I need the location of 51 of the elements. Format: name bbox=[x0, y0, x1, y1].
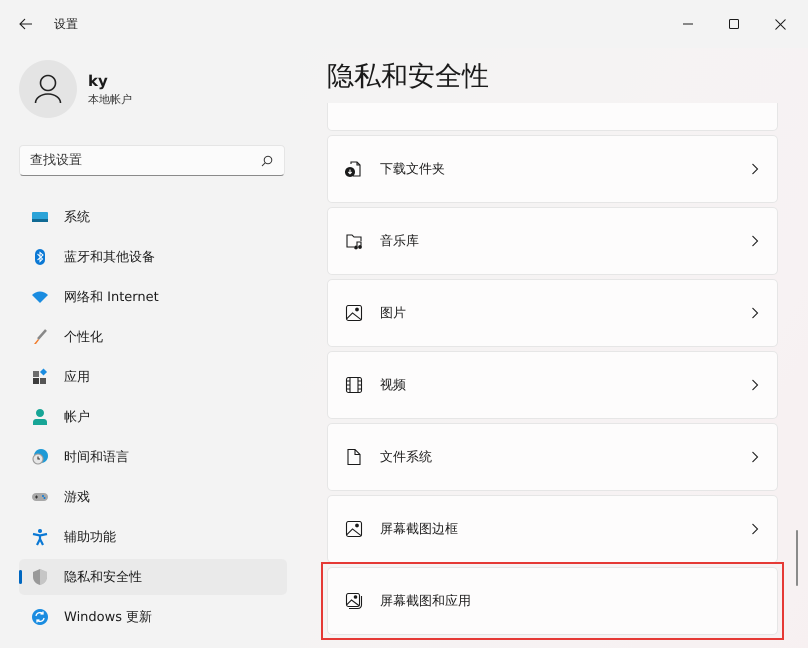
image-icon bbox=[345, 520, 363, 538]
card-label: 下载文件夹 bbox=[380, 161, 446, 178]
search-icon bbox=[261, 155, 273, 167]
person-icon bbox=[34, 74, 62, 104]
apps-icon bbox=[31, 368, 49, 386]
nav-item[interactable]: 个性化 bbox=[19, 319, 287, 355]
settings-card[interactable]: 视频 bbox=[327, 351, 778, 419]
nav-item[interactable]: 游戏 bbox=[19, 479, 287, 515]
settings-card[interactable]: 屏幕截图边框 bbox=[327, 495, 778, 563]
settings-card[interactable]: 文件系统 bbox=[327, 423, 778, 491]
settings-card[interactable]: 屏幕截图和应用 bbox=[327, 567, 778, 635]
settings-card[interactable]: 下载文件夹 bbox=[327, 135, 778, 203]
nav-item[interactable]: 应用 bbox=[19, 359, 287, 395]
nav-item[interactable]: 帐户 bbox=[19, 399, 287, 435]
shield-icon bbox=[31, 568, 49, 586]
nav-item[interactable]: Windows 更新 bbox=[19, 599, 287, 635]
card-label: 屏幕截图和应用 bbox=[380, 593, 472, 610]
settings-card[interactable]: 图片 bbox=[327, 279, 778, 347]
scrollbar-thumb[interactable] bbox=[796, 530, 798, 586]
minimize-icon bbox=[683, 23, 693, 25]
card-label: 图片 bbox=[380, 305, 407, 322]
globe-clock-icon bbox=[31, 448, 49, 466]
brush-icon bbox=[31, 328, 49, 346]
accessibility-icon bbox=[31, 528, 49, 546]
card-label: 文件系统 bbox=[380, 449, 433, 466]
account-type: 本地帐户 bbox=[88, 92, 132, 106]
nav-item[interactable]: 时间和语言 bbox=[19, 439, 287, 475]
film-icon bbox=[345, 376, 363, 394]
nav-item[interactable]: 网络和 Internet bbox=[19, 279, 287, 315]
nav-item[interactable]: 辅助功能 bbox=[19, 519, 287, 555]
card-label: 音乐库 bbox=[380, 233, 420, 250]
page-title: 隐私和安全性 bbox=[327, 60, 490, 94]
nav-item[interactable]: 蓝牙和其他设备 bbox=[19, 239, 287, 275]
search-field[interactable]: 查找设置 bbox=[19, 145, 285, 176]
person-icon bbox=[31, 408, 49, 426]
nav-item[interactable]: 隐私和安全性 bbox=[19, 559, 287, 595]
refresh-icon bbox=[31, 608, 49, 626]
card-label: 屏幕截图边框 bbox=[380, 521, 459, 538]
image-icon bbox=[345, 304, 363, 322]
close-icon bbox=[774, 18, 786, 30]
card-label: 视频 bbox=[380, 377, 407, 394]
back-arrow-icon bbox=[19, 17, 33, 31]
file-icon bbox=[345, 448, 363, 466]
window-title: 设置 bbox=[54, 16, 78, 32]
settings-card[interactable]: 音乐库 bbox=[327, 207, 778, 275]
download-file-icon bbox=[345, 160, 363, 178]
music-folder-icon bbox=[345, 232, 363, 250]
user-name: ky bbox=[88, 72, 109, 90]
image-stack-icon bbox=[345, 592, 363, 610]
nav-item[interactable]: 系统 bbox=[19, 199, 287, 235]
maximize-icon bbox=[729, 19, 739, 29]
